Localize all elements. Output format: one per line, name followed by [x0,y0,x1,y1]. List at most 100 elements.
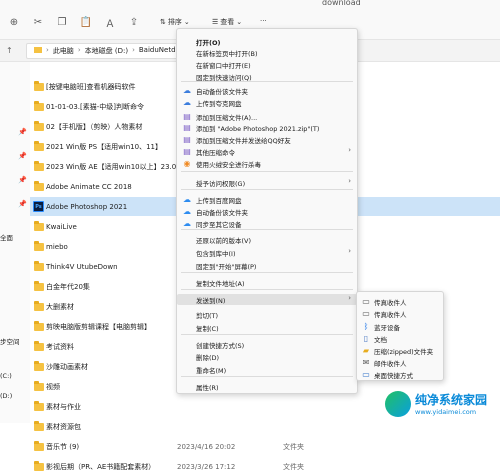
breadcrumb-item[interactable]: 此电脑 [53,46,74,56]
context-menu-item[interactable]: 创建快捷方式(S) [177,339,357,350]
menu-item-label: 自动备份该文件夹 [196,88,248,96]
folder-icon [34,100,44,111]
context-menu-item[interactable]: ☁ 上传到夸克网盘 [177,97,357,109]
file-name: 音乐节 (9) [46,442,80,451]
breadcrumb: › 此电脑 › 本地磁盘 (D:) › BaiduNetdiskDo [34,46,195,56]
folder-icon [34,160,44,171]
file-name: Think4V UtubeDown [46,262,118,271]
breadcrumb-item[interactable]: 本地磁盘 (D:) [85,46,128,56]
archive-icon: ▤ [183,134,191,144]
zip-folder-icon: ▰ [362,345,370,355]
send-to-item[interactable]: ▯ 文档 [357,333,443,345]
send-to-item[interactable]: ▭ 传真收件人 [357,308,443,320]
folder-icon [34,180,44,191]
copy-icon[interactable]: ❐ [56,16,68,28]
send-to-item[interactable]: ▭ 桌面快捷方式 [357,369,443,381]
context-menu-item[interactable]: 在新标签页中打开(B) [177,47,357,58]
menu-item-label: 上传到百度网盘 [196,197,242,205]
shield-icon: ◉ [183,158,191,168]
archive-icon: ▤ [183,111,191,121]
menu-item-label: 创建快捷方式(S) [196,342,245,350]
file-name: 素材资源包 [46,422,81,431]
send-to-submenu: ▭ 传真收件人 ▭ 传真收件人 ᛒ 蓝牙设备 ▯ 文档 ▰ 压缩(zipped)文件夹 ✉ 邮件收件人… [356,291,444,381]
context-menu-item[interactable]: ☁ 自动备份该文件夹 [177,206,357,218]
menu-item-label: 属性(R) [196,384,219,392]
menu-item-label: 添加到压缩文件(A)... [196,114,258,122]
rename-icon[interactable]: Ａ [104,16,116,30]
menu-separator [181,171,353,172]
more-button[interactable]: ··· [260,17,267,25]
view-label: 查看 [220,18,235,26]
menu-item-label: 上传到夸克网盘 [196,100,242,108]
menu-item-label: 使用火绒安全进行杀毒 [196,161,261,169]
context-menu-item[interactable]: ▤ 其他压缩命令 › [177,146,357,157]
send-to-item[interactable]: ✉ 邮件收件人 [357,357,443,369]
context-menu-item[interactable]: ◉ 使用火绒安全进行杀毒 [177,158,357,170]
menu-item-label: 包含到库中(I) [196,250,236,258]
file-name: 2021 Win版 PS【适用win10、11】 [46,142,162,151]
file-row[interactable]: 音乐节 (9) 2023/4/16 20:02 文件夹 [30,437,500,456]
file-row[interactable]: 影视后期（PR、AE书籍配套素材） 2023/3/26 17:12 文件夹 [30,457,500,476]
menu-item-label: 复制文件地址(A) [196,280,245,288]
cut-icon[interactable]: ✂ [32,16,44,28]
menu-item-label: 复制(C) [196,325,219,333]
folder-icon [34,320,44,331]
send-to-label: 文档 [374,336,387,344]
context-menu-item[interactable]: 发送到(N) › [177,294,357,305]
paste-icon[interactable]: 📋 [80,16,92,28]
context-menu-item[interactable]: 删除(D) [177,351,357,362]
sidebar-item-drive-c[interactable]: (C:) [0,372,12,380]
context-menu-item[interactable]: ☁ 上传到百度网盘 [177,194,357,206]
menu-item-label: 剪切(T) [196,312,219,320]
file-name: 素材与作业 [46,402,81,411]
sidebar-item-drive-d[interactable]: (D:) [0,392,12,400]
context-menu-item[interactable]: ▤ 添加到压缩文件(A)... [177,111,357,123]
context-menu-item[interactable]: 固定到"开始"屏幕(P) [177,260,357,271]
context-menu-item[interactable]: 复制文件地址(A) [177,277,357,288]
new-icon[interactable]: ⊕ [8,16,20,28]
send-to-item[interactable]: ▰ 压缩(zipped)文件夹 [357,345,443,357]
context-menu-item[interactable]: ☁ 自动备份该文件夹 [177,85,357,97]
context-menu-item[interactable]: 剪切(T) [177,309,357,320]
context-menu-item[interactable]: 还原以前的版本(V) [177,234,357,245]
sidebar-item[interactable]: 全面 [0,232,13,242]
chevron-down-icon: ⌄ [236,18,243,26]
context-menu-item[interactable]: 复制(C) [177,322,357,333]
file-name: 02【手机版】（剪映）人物素材 [46,122,143,131]
view-button[interactable]: ☰ 查看 ⌄ [212,17,242,27]
navigation-pane: 📌 📌 📌 📌 全面 步空间 (C:) (D:) [0,62,30,423]
context-menu-item[interactable]: 属性(R) [177,381,357,392]
menu-item-label: 其他压缩命令 [196,149,235,157]
pin-icon: 📌 [18,128,27,136]
folder-icon [34,300,44,311]
sort-icon: ⇅ [160,18,166,26]
desktop-icon: ▭ [362,369,370,379]
file-name: 2023 Win版 AE【适用win10以上】23.0 [46,162,177,171]
fax-icon: ▭ [362,296,370,306]
file-name: 影视后期（PR、AE书籍配套素材） [46,462,156,471]
chevron-right-icon: › [348,294,351,302]
context-menu-item[interactable]: 在新窗口中打开(E) [177,59,357,70]
folder-icon [34,120,44,131]
up-icon[interactable]: ↑ [6,46,13,55]
context-menu-item[interactable]: ▤ 添加到压缩文件并发送给QQ好友 [177,134,357,146]
file-name: 大删素材 [46,302,74,311]
sidebar-item[interactable]: 步空间 [0,336,20,346]
sort-button[interactable]: ⇅ 排序 ⌄ [160,17,190,27]
send-to-item[interactable]: ᛒ 蓝牙设备 [357,321,443,333]
file-type: 文件夹 [283,442,304,451]
archive-icon: ▤ [183,146,191,156]
cloud-icon: ☁ [183,97,191,107]
context-menu-item[interactable]: 授予访问权限(G) › [177,177,357,188]
context-menu-item[interactable]: 打开(O) [177,36,357,47]
context-menu-item[interactable]: ☁ 同步至其它设备 [177,218,357,230]
send-to-item[interactable]: ▭ 传真收件人 [357,296,443,308]
folder-icon [34,80,44,91]
context-menu-item[interactable]: 重命名(M) [177,364,357,375]
folder-icon [34,240,44,251]
context-menu-item[interactable]: ▤ 添加到 "Adobe Photoshop 2021.zip"(T) [177,122,357,134]
context-menu-item[interactable]: 包含到库中(I) › [177,247,357,258]
share-icon[interactable]: ⇪ [128,16,140,28]
file-name: 剪映电脑版剪辑课程【电脑剪辑】 [46,322,151,331]
menu-item-label: 授予访问权限(G) [196,180,246,188]
